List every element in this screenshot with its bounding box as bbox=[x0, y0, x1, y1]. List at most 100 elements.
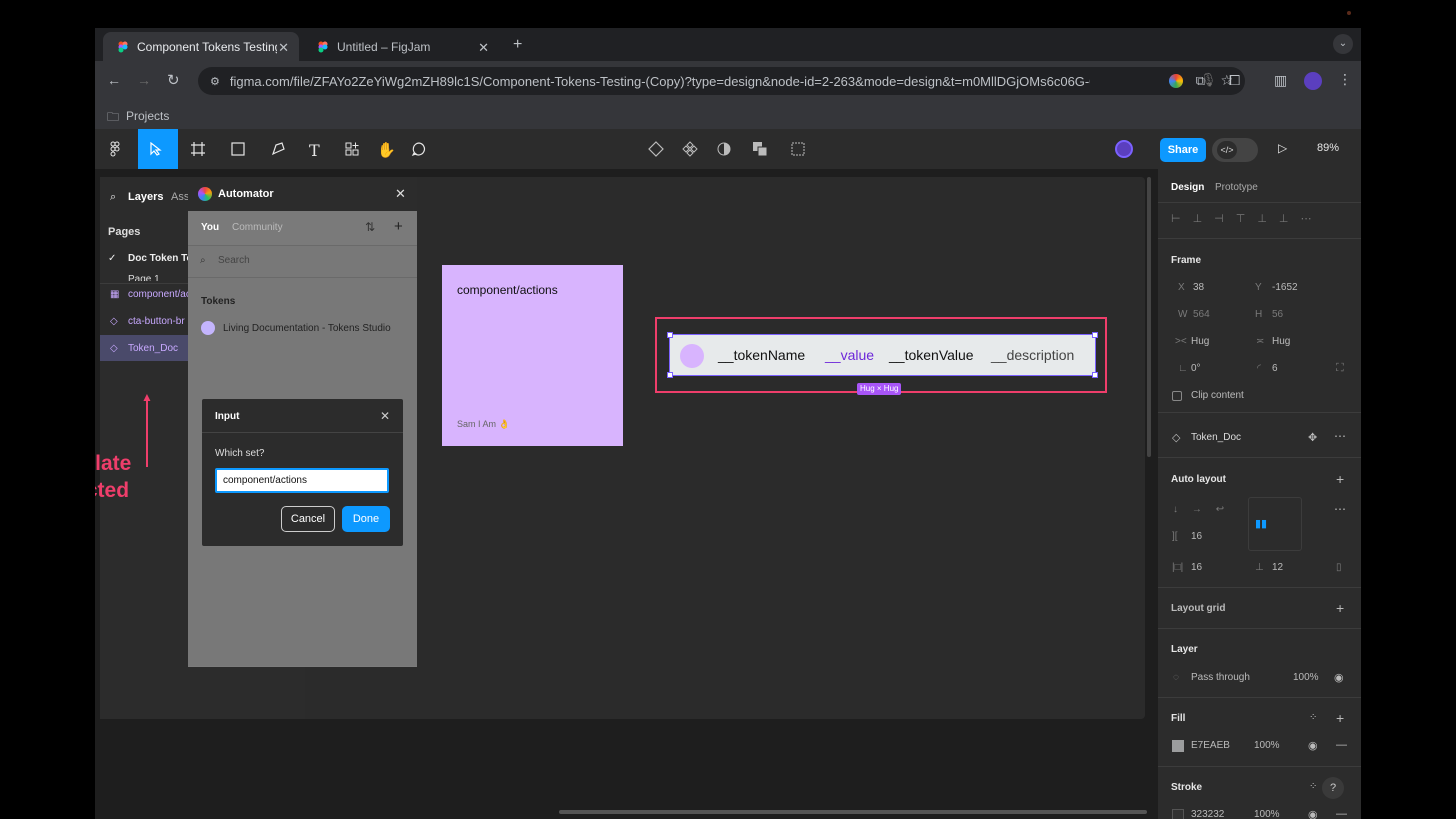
dev-mode-toggle[interactable]: </> bbox=[1212, 138, 1258, 162]
tab-layers[interactable]: Layers bbox=[128, 191, 163, 203]
close-icon[interactable]: ✕ bbox=[380, 409, 390, 423]
styles-icon[interactable]: ⁘ bbox=[1309, 781, 1317, 792]
tab-you[interactable]: You bbox=[201, 222, 219, 233]
resize-handle[interactable] bbox=[1092, 332, 1098, 338]
user-avatar[interactable] bbox=[1115, 140, 1133, 158]
stroke-swatch[interactable] bbox=[1172, 809, 1184, 819]
remove-stroke-icon[interactable]: — bbox=[1336, 808, 1347, 819]
profile-avatar[interactable] bbox=[1304, 72, 1322, 90]
fill-hex-input[interactable]: E7EAEB bbox=[1191, 740, 1230, 751]
tab-design[interactable]: Design bbox=[1171, 182, 1204, 193]
radius-input[interactable]: 6 bbox=[1272, 363, 1278, 374]
share-button[interactable]: Share bbox=[1160, 138, 1206, 162]
layer-item[interactable]: Token_Doc bbox=[128, 343, 178, 354]
more-icon[interactable]: ⋯ bbox=[1334, 429, 1346, 443]
tab-community[interactable]: Community bbox=[232, 222, 283, 233]
independent-corners-icon[interactable]: ⛶ bbox=[1336, 362, 1344, 375]
eye-icon[interactable]: ◉ bbox=[1334, 671, 1344, 684]
close-icon[interactable]: ✕ bbox=[395, 186, 406, 202]
boolean-icon[interactable] bbox=[752, 141, 768, 157]
forward-icon[interactable]: → bbox=[137, 72, 151, 88]
move-tool-button[interactable] bbox=[138, 129, 178, 169]
fill-opacity-input[interactable]: 100% bbox=[1254, 740, 1280, 751]
tab-assets[interactable]: Ass bbox=[171, 191, 189, 203]
search-icon[interactable]: ⌕ bbox=[110, 191, 116, 204]
go-to-main-component-icon[interactable]: ✥ bbox=[1308, 431, 1317, 444]
remove-fill-icon[interactable]: — bbox=[1336, 739, 1347, 751]
side-panel-icon[interactable]: ▥ bbox=[1274, 72, 1287, 89]
gap-input[interactable]: 16 bbox=[1191, 531, 1202, 542]
horizontal-padding-input[interactable]: 16 bbox=[1191, 562, 1202, 573]
hand-tool-icon[interactable]: ✋ bbox=[377, 141, 396, 159]
vertical-padding-input[interactable]: 12 bbox=[1272, 562, 1283, 573]
address-bar[interactable]: ⚙ figma.com/file/ZFAYo2ZeYiWg2mZH89lc1S/… bbox=[198, 67, 1245, 95]
resize-handle[interactable] bbox=[667, 332, 673, 338]
resources-icon[interactable] bbox=[344, 141, 360, 157]
h-input[interactable]: 56 bbox=[1272, 309, 1283, 320]
canvas[interactable]: ⌕ Layers Ass Pages ✓ Doc Token Te Page 1… bbox=[95, 169, 1157, 819]
frame-heading[interactable]: Frame bbox=[1171, 255, 1201, 266]
x-input[interactable]: 38 bbox=[1193, 282, 1204, 293]
add-icon[interactable]: + bbox=[1336, 471, 1344, 487]
add-icon[interactable]: + bbox=[394, 218, 403, 235]
mic-icon[interactable]: 🎙 bbox=[1200, 72, 1217, 88]
page-item[interactable]: Page 1 bbox=[128, 275, 188, 281]
alignment-grid[interactable]: ▮▮ bbox=[1248, 497, 1302, 551]
token-doc-template[interactable]: __tokenName __value __tokenValue __descr… bbox=[667, 332, 1098, 378]
individual-padding-icon[interactable]: ▯ bbox=[1336, 562, 1342, 573]
plugin-search-input[interactable]: Search bbox=[218, 255, 250, 266]
reload-icon[interactable]: ↻ bbox=[167, 71, 180, 89]
more-icon[interactable]: ⋯ bbox=[1334, 502, 1346, 516]
present-icon[interactable]: ▷ bbox=[1278, 141, 1287, 155]
figma-menu-icon[interactable] bbox=[107, 141, 123, 157]
rectangle-tool-icon[interactable] bbox=[230, 141, 246, 157]
text-tool-icon[interactable]: T bbox=[309, 141, 325, 160]
hug-height-select[interactable]: Hug bbox=[1272, 336, 1290, 347]
component-swap-icon[interactable] bbox=[648, 141, 664, 157]
which-set-input[interactable]: component/actions bbox=[215, 468, 389, 493]
direction-icons[interactable]: ↓ → ↩ bbox=[1173, 504, 1224, 515]
cancel-button[interactable]: Cancel bbox=[281, 506, 335, 532]
mask-icon[interactable] bbox=[716, 141, 732, 157]
tab-search-icon[interactable]: ⌄ bbox=[1333, 34, 1353, 54]
new-tab-icon[interactable]: + bbox=[513, 36, 522, 54]
clip-content-checkbox[interactable] bbox=[1172, 391, 1182, 401]
close-icon[interactable]: ✕ bbox=[278, 40, 289, 56]
page-item[interactable]: Doc Token Te bbox=[128, 253, 192, 264]
tab-prototype[interactable]: Prototype bbox=[1215, 182, 1258, 193]
back-icon[interactable]: ← bbox=[107, 72, 121, 88]
comment-tool-icon[interactable] bbox=[411, 141, 427, 157]
crop-icon[interactable] bbox=[790, 141, 806, 157]
help-icon[interactable]: ? bbox=[1322, 777, 1344, 799]
fill-swatch[interactable] bbox=[1172, 740, 1184, 752]
zoom-level[interactable]: 89% bbox=[1317, 142, 1339, 154]
extensions-puzzle-icon[interactable]: ⧠ bbox=[1229, 72, 1240, 89]
pen-tool-icon[interactable] bbox=[270, 141, 286, 157]
create-component-icon[interactable] bbox=[682, 141, 698, 157]
resize-handle[interactable] bbox=[667, 372, 673, 378]
hug-width-select[interactable]: Hug bbox=[1191, 336, 1209, 347]
done-button[interactable]: Done bbox=[342, 506, 390, 532]
blend-mode-select[interactable]: Pass through bbox=[1191, 672, 1250, 683]
alignment-icons[interactable]: ⊢⊥⊣⊤⊥⊥⋯ bbox=[1171, 212, 1324, 225]
canvas-scrollbar[interactable] bbox=[559, 810, 1147, 814]
layer-item[interactable]: cta-button-br bbox=[128, 316, 185, 327]
layer-item[interactable]: component/ac bbox=[128, 289, 191, 300]
site-settings-icon[interactable]: ⚙ bbox=[210, 75, 220, 88]
w-input[interactable]: 564 bbox=[1193, 309, 1210, 320]
component-actions-frame[interactable]: component/actions Sam I Am 👌 bbox=[442, 265, 623, 446]
stroke-opacity-input[interactable]: 100% bbox=[1254, 809, 1280, 819]
eye-icon[interactable]: ◉ bbox=[1308, 739, 1318, 752]
close-icon[interactable]: ✕ bbox=[478, 40, 489, 56]
eye-icon[interactable]: ◉ bbox=[1308, 808, 1318, 819]
tab-component-tokens[interactable]: Component Tokens Testing (C ✕ bbox=[103, 32, 299, 61]
add-icon[interactable]: + bbox=[1336, 600, 1344, 616]
y-input[interactable]: -1652 bbox=[1272, 282, 1298, 293]
extension-icon[interactable] bbox=[1169, 74, 1183, 88]
resize-handle[interactable] bbox=[1092, 372, 1098, 378]
add-icon[interactable]: + bbox=[1336, 710, 1344, 726]
tab-figjam[interactable]: Untitled – FigJam ✕ bbox=[303, 32, 499, 61]
layer-opacity-input[interactable]: 100% bbox=[1293, 672, 1319, 683]
automation-item[interactable]: Living Documentation - Tokens Studio bbox=[223, 323, 391, 334]
bookmark-projects[interactable]: Projects bbox=[126, 109, 169, 123]
